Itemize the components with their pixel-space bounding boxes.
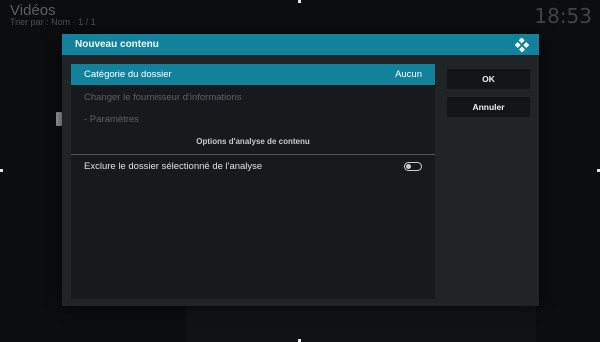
ok-button[interactable]: OK bbox=[447, 69, 530, 89]
cancel-button[interactable]: Annuler bbox=[447, 97, 530, 117]
scraper-settings-row[interactable]: - Paramètres bbox=[71, 109, 435, 130]
exclude-toggle[interactable] bbox=[404, 162, 422, 171]
clock: 18:53 bbox=[534, 4, 592, 28]
row-value: Aucun bbox=[395, 69, 422, 80]
toggle-knob bbox=[406, 164, 411, 169]
row-label: Exclure le dossier sélectionné de l'anal… bbox=[84, 161, 263, 172]
row-label: - Paramètres bbox=[84, 114, 139, 125]
scan-options-header: Options d'analyse de contenu bbox=[196, 137, 310, 146]
exclude-folder-row[interactable]: Exclure le dossier sélectionné de l'anal… bbox=[71, 156, 435, 177]
row-label: Catégorie du dossier bbox=[84, 69, 172, 80]
row-label: Changer le fournisseur d'informations bbox=[84, 92, 242, 103]
change-scraper-row[interactable]: Changer le fournisseur d'informations bbox=[71, 87, 435, 108]
sort-info: Trier par : Nom · 1 / 1 bbox=[10, 17, 96, 27]
background-panel bbox=[186, 300, 536, 342]
dialog-header: Nouveau contenu bbox=[62, 34, 539, 55]
settings-list: Catégorie du dossier Aucun Changer le fo… bbox=[71, 64, 435, 299]
edge-marker bbox=[298, 0, 301, 3]
section-divider bbox=[71, 154, 435, 155]
new-content-dialog: Nouveau contenu Catégorie du dossier Auc… bbox=[62, 34, 539, 306]
edge-marker bbox=[0, 169, 3, 172]
kodi-logo-icon bbox=[515, 37, 529, 52]
folder-category-row[interactable]: Catégorie du dossier Aucun bbox=[71, 64, 435, 85]
dialog-title: Nouveau contenu bbox=[75, 39, 159, 50]
